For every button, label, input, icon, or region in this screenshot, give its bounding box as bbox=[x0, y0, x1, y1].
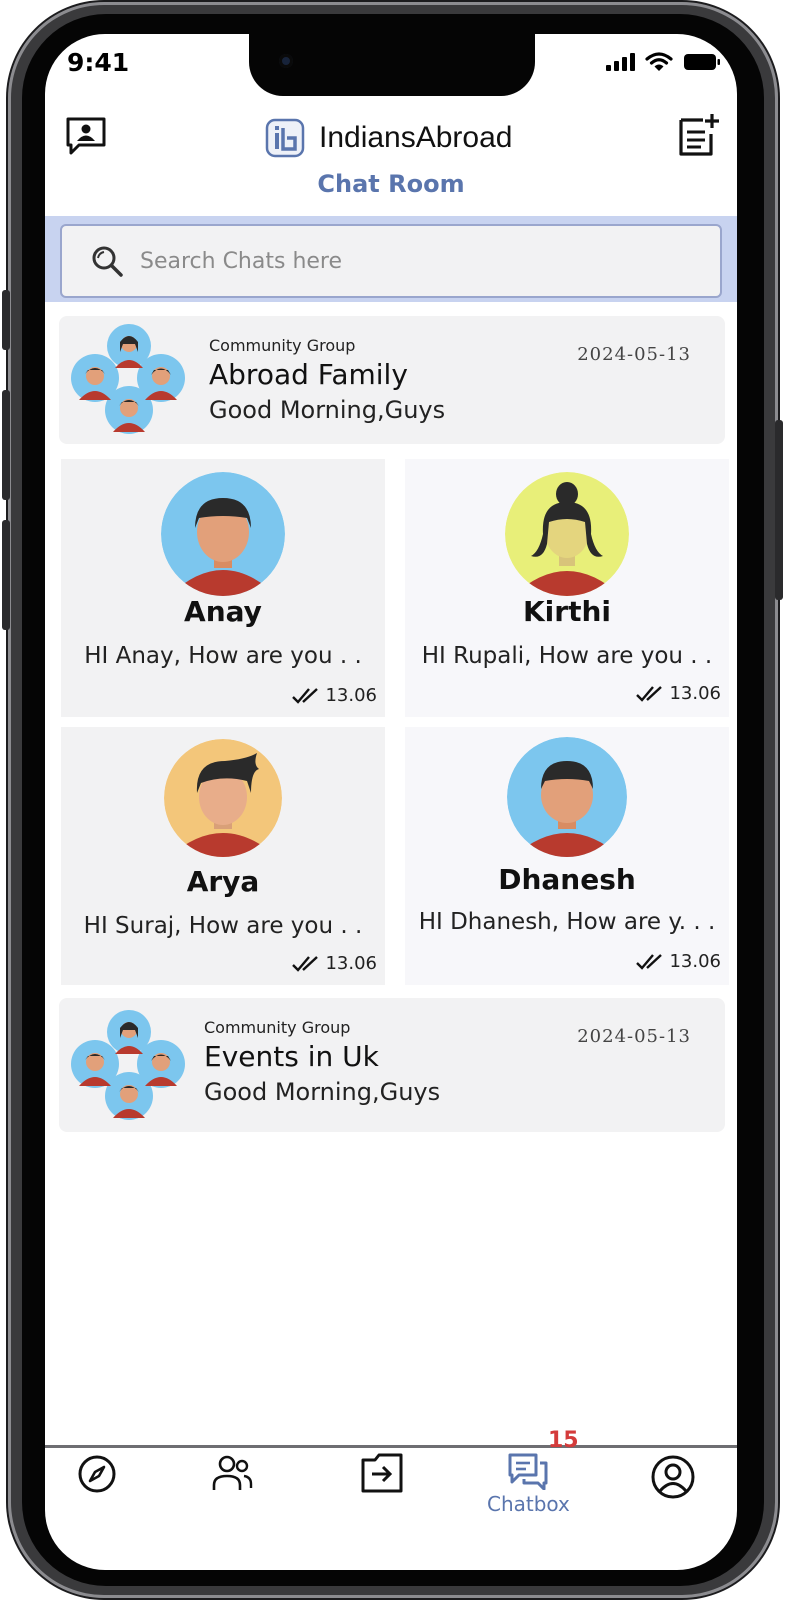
time-label: 13.06 bbox=[325, 685, 377, 706]
avatar bbox=[61, 739, 385, 857]
time-label: 13.06 bbox=[325, 953, 377, 974]
message-time: 13.06 bbox=[291, 953, 377, 974]
brand: IndiansAbroad bbox=[265, 118, 512, 158]
group-date: 2024-05-13 bbox=[577, 344, 691, 365]
chat-icon bbox=[508, 1453, 548, 1490]
double-check-icon bbox=[292, 687, 319, 704]
message-time: 13.06 bbox=[291, 685, 377, 706]
nav-divider bbox=[45, 1445, 737, 1448]
avatar bbox=[405, 472, 729, 596]
notch bbox=[249, 34, 535, 96]
group-last-message: Good Morning,Guys bbox=[204, 1078, 441, 1106]
phone-side-button bbox=[2, 390, 10, 500]
time-label: 13.06 bbox=[669, 683, 721, 704]
nav-explore[interactable] bbox=[77, 1454, 117, 1494]
group-name: Events in Uk bbox=[204, 1040, 379, 1073]
contact-last-message: HI Suraj, How are you . . bbox=[83, 913, 363, 939]
contact-chat-tile[interactable]: Arya HI Suraj, How are you . . 13.06 bbox=[61, 727, 385, 985]
group-last-message: Good Morning,Guys bbox=[209, 396, 446, 424]
group-tag: Community Group bbox=[209, 336, 356, 355]
group-avatar bbox=[69, 324, 189, 440]
contact-last-message: HI Dhanesh, How are y. . . bbox=[418, 909, 716, 935]
group-avatar bbox=[69, 1010, 189, 1126]
battery-icon bbox=[684, 54, 720, 70]
nav-chatbox[interactable]: Chatbox bbox=[487, 1452, 570, 1516]
search-input[interactable] bbox=[138, 247, 662, 275]
contact-name: Arya bbox=[186, 865, 260, 898]
contact-name: Dhanesh bbox=[498, 863, 636, 896]
wifi-icon bbox=[645, 52, 673, 71]
contact-last-message: HI Anay, How are you . . bbox=[84, 643, 362, 669]
nav-import[interactable] bbox=[360, 1452, 404, 1494]
status-icons bbox=[605, 52, 721, 72]
double-check-icon bbox=[292, 955, 319, 972]
contact-chat-tile[interactable]: Kirthi HI Rupali, How are you . . 13.06 bbox=[405, 459, 729, 717]
nav-community[interactable] bbox=[211, 1452, 253, 1494]
nav-chatbox-label: Chatbox bbox=[487, 1492, 570, 1516]
new-note-button[interactable] bbox=[677, 112, 721, 162]
group-chat-card[interactable]: Community Group Events in Uk Good Mornin… bbox=[59, 998, 725, 1132]
contact-last-message: HI Rupali, How are you . . bbox=[421, 643, 713, 669]
avatar bbox=[61, 472, 385, 596]
contact-card-button[interactable] bbox=[65, 116, 107, 160]
contact-card-icon bbox=[66, 117, 106, 155]
app-name: IndiansAbroad bbox=[319, 121, 513, 154]
phone-side-button bbox=[2, 290, 10, 350]
contact-name: Anay bbox=[184, 595, 262, 628]
note-add-icon bbox=[679, 114, 719, 156]
front-camera bbox=[279, 54, 293, 68]
unread-count-badge: 15 bbox=[548, 1428, 579, 1453]
phone-side-button bbox=[775, 420, 783, 600]
app-logo-icon bbox=[265, 118, 305, 158]
group-name: Abroad Family bbox=[209, 358, 408, 391]
import-icon bbox=[361, 1453, 403, 1493]
contact-name: Kirthi bbox=[522, 595, 612, 628]
nav-profile[interactable] bbox=[650, 1454, 696, 1500]
people-icon bbox=[212, 1455, 253, 1490]
message-time: 13.06 bbox=[635, 683, 721, 704]
status-time: 9:41 bbox=[67, 48, 130, 77]
message-time: 13.06 bbox=[635, 951, 721, 972]
time-label: 13.06 bbox=[669, 951, 721, 972]
contact-chat-tile[interactable]: Anay HI Anay, How are you . . 13.06 bbox=[61, 459, 385, 717]
app-screen: 9:41 IndiansAbroad Chat Room Search Chat… bbox=[45, 34, 737, 1570]
avatar bbox=[405, 737, 729, 857]
group-tag: Community Group bbox=[204, 1018, 351, 1037]
double-check-icon bbox=[636, 953, 663, 970]
search-icon bbox=[90, 244, 124, 278]
group-chat-card[interactable]: Community Group Abroad Family Good Morni… bbox=[59, 316, 725, 444]
group-date: 2024-05-13 bbox=[577, 1026, 691, 1047]
profile-icon bbox=[651, 1455, 695, 1499]
phone-side-button bbox=[2, 520, 10, 630]
compass-icon bbox=[78, 1455, 116, 1493]
page-title: Chat Room bbox=[317, 170, 465, 198]
search-box[interactable] bbox=[60, 224, 722, 298]
contact-chat-tile[interactable]: Dhanesh HI Dhanesh, How are y. . . 13.06 bbox=[405, 727, 729, 985]
search-bar bbox=[45, 216, 737, 302]
signal-icon bbox=[606, 53, 635, 71]
double-check-icon bbox=[636, 685, 663, 702]
